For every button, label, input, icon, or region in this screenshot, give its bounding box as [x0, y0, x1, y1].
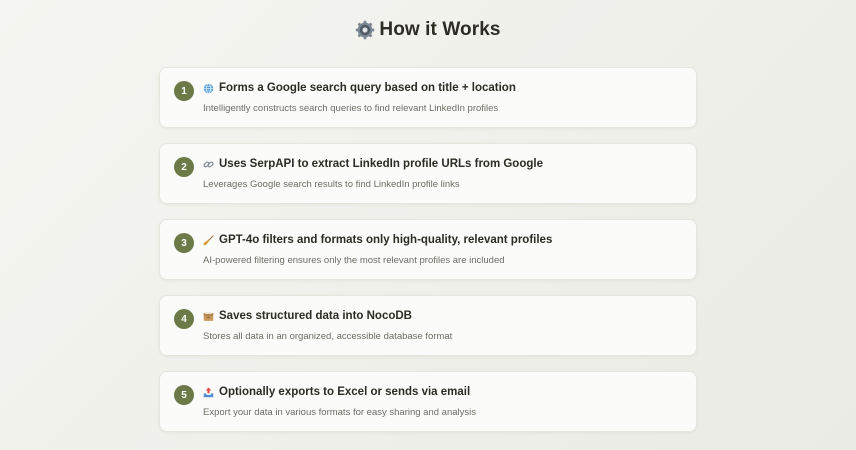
- step-description: AI-powered filtering ensures only the mo…: [203, 255, 505, 266]
- step-number-badge: 3: [174, 233, 194, 253]
- step-title: Saves structured data into NocoDB: [219, 310, 412, 322]
- step-heading: Uses SerpAPI to extract LinkedIn profile…: [203, 158, 543, 170]
- step-title: Optionally exports to Excel or sends via…: [219, 386, 471, 398]
- step-heading: GPT-4o filters and formats only high-qua…: [203, 234, 552, 246]
- step-description: Stores all data in an organized, accessi…: [203, 331, 453, 342]
- step-description: Intelligently constructs search queries …: [203, 103, 499, 114]
- step-card-3: 3 GPT-4o filters and formats only high-q…: [159, 219, 697, 280]
- step-number-badge: 1: [174, 81, 194, 101]
- step-number-badge: 5: [174, 385, 194, 405]
- step-title: Forms a Google search query based on tit…: [219, 82, 516, 94]
- gear-icon: [356, 20, 375, 40]
- step-number-badge: 4: [174, 309, 194, 329]
- page-title: How it Works: [379, 19, 501, 40]
- step-card-2: 2 Uses SerpAPI to extract LinkedIn profi…: [159, 143, 697, 204]
- broom-icon: [203, 234, 214, 245]
- step-heading: Saves structured data into NocoDB: [203, 310, 412, 322]
- step-description: Export your data in various formats for …: [203, 407, 476, 418]
- link-icon: [203, 161, 214, 167]
- outbox-tray-icon: [203, 387, 214, 397]
- step-title: GPT-4o filters and formats only high-qua…: [219, 234, 553, 246]
- step-heading: Forms a Google search query based on tit…: [203, 82, 516, 94]
- step-card-4: 4 Saves structured data into NocoDB Stor…: [159, 295, 697, 356]
- step-number-badge: 2: [174, 157, 194, 177]
- how-it-works-page: How it Works 1 Forms a Google search que…: [0, 0, 856, 450]
- card-box-icon: [203, 311, 214, 321]
- section-header: How it Works: [0, 16, 856, 44]
- step-card-1: 1 Forms a Google search query based on t…: [159, 67, 697, 128]
- step-heading: Optionally exports to Excel or sends via…: [203, 386, 470, 398]
- step-title: Uses SerpAPI to extract LinkedIn profile…: [219, 158, 543, 170]
- step-description: Leverages Google search results to find …: [203, 179, 460, 190]
- globe-icon: [203, 82, 214, 94]
- steps-list: 1 Forms a Google search query based on t…: [159, 67, 697, 447]
- step-card-5: 5 Optionally exports to Excel or sends v…: [159, 371, 697, 432]
